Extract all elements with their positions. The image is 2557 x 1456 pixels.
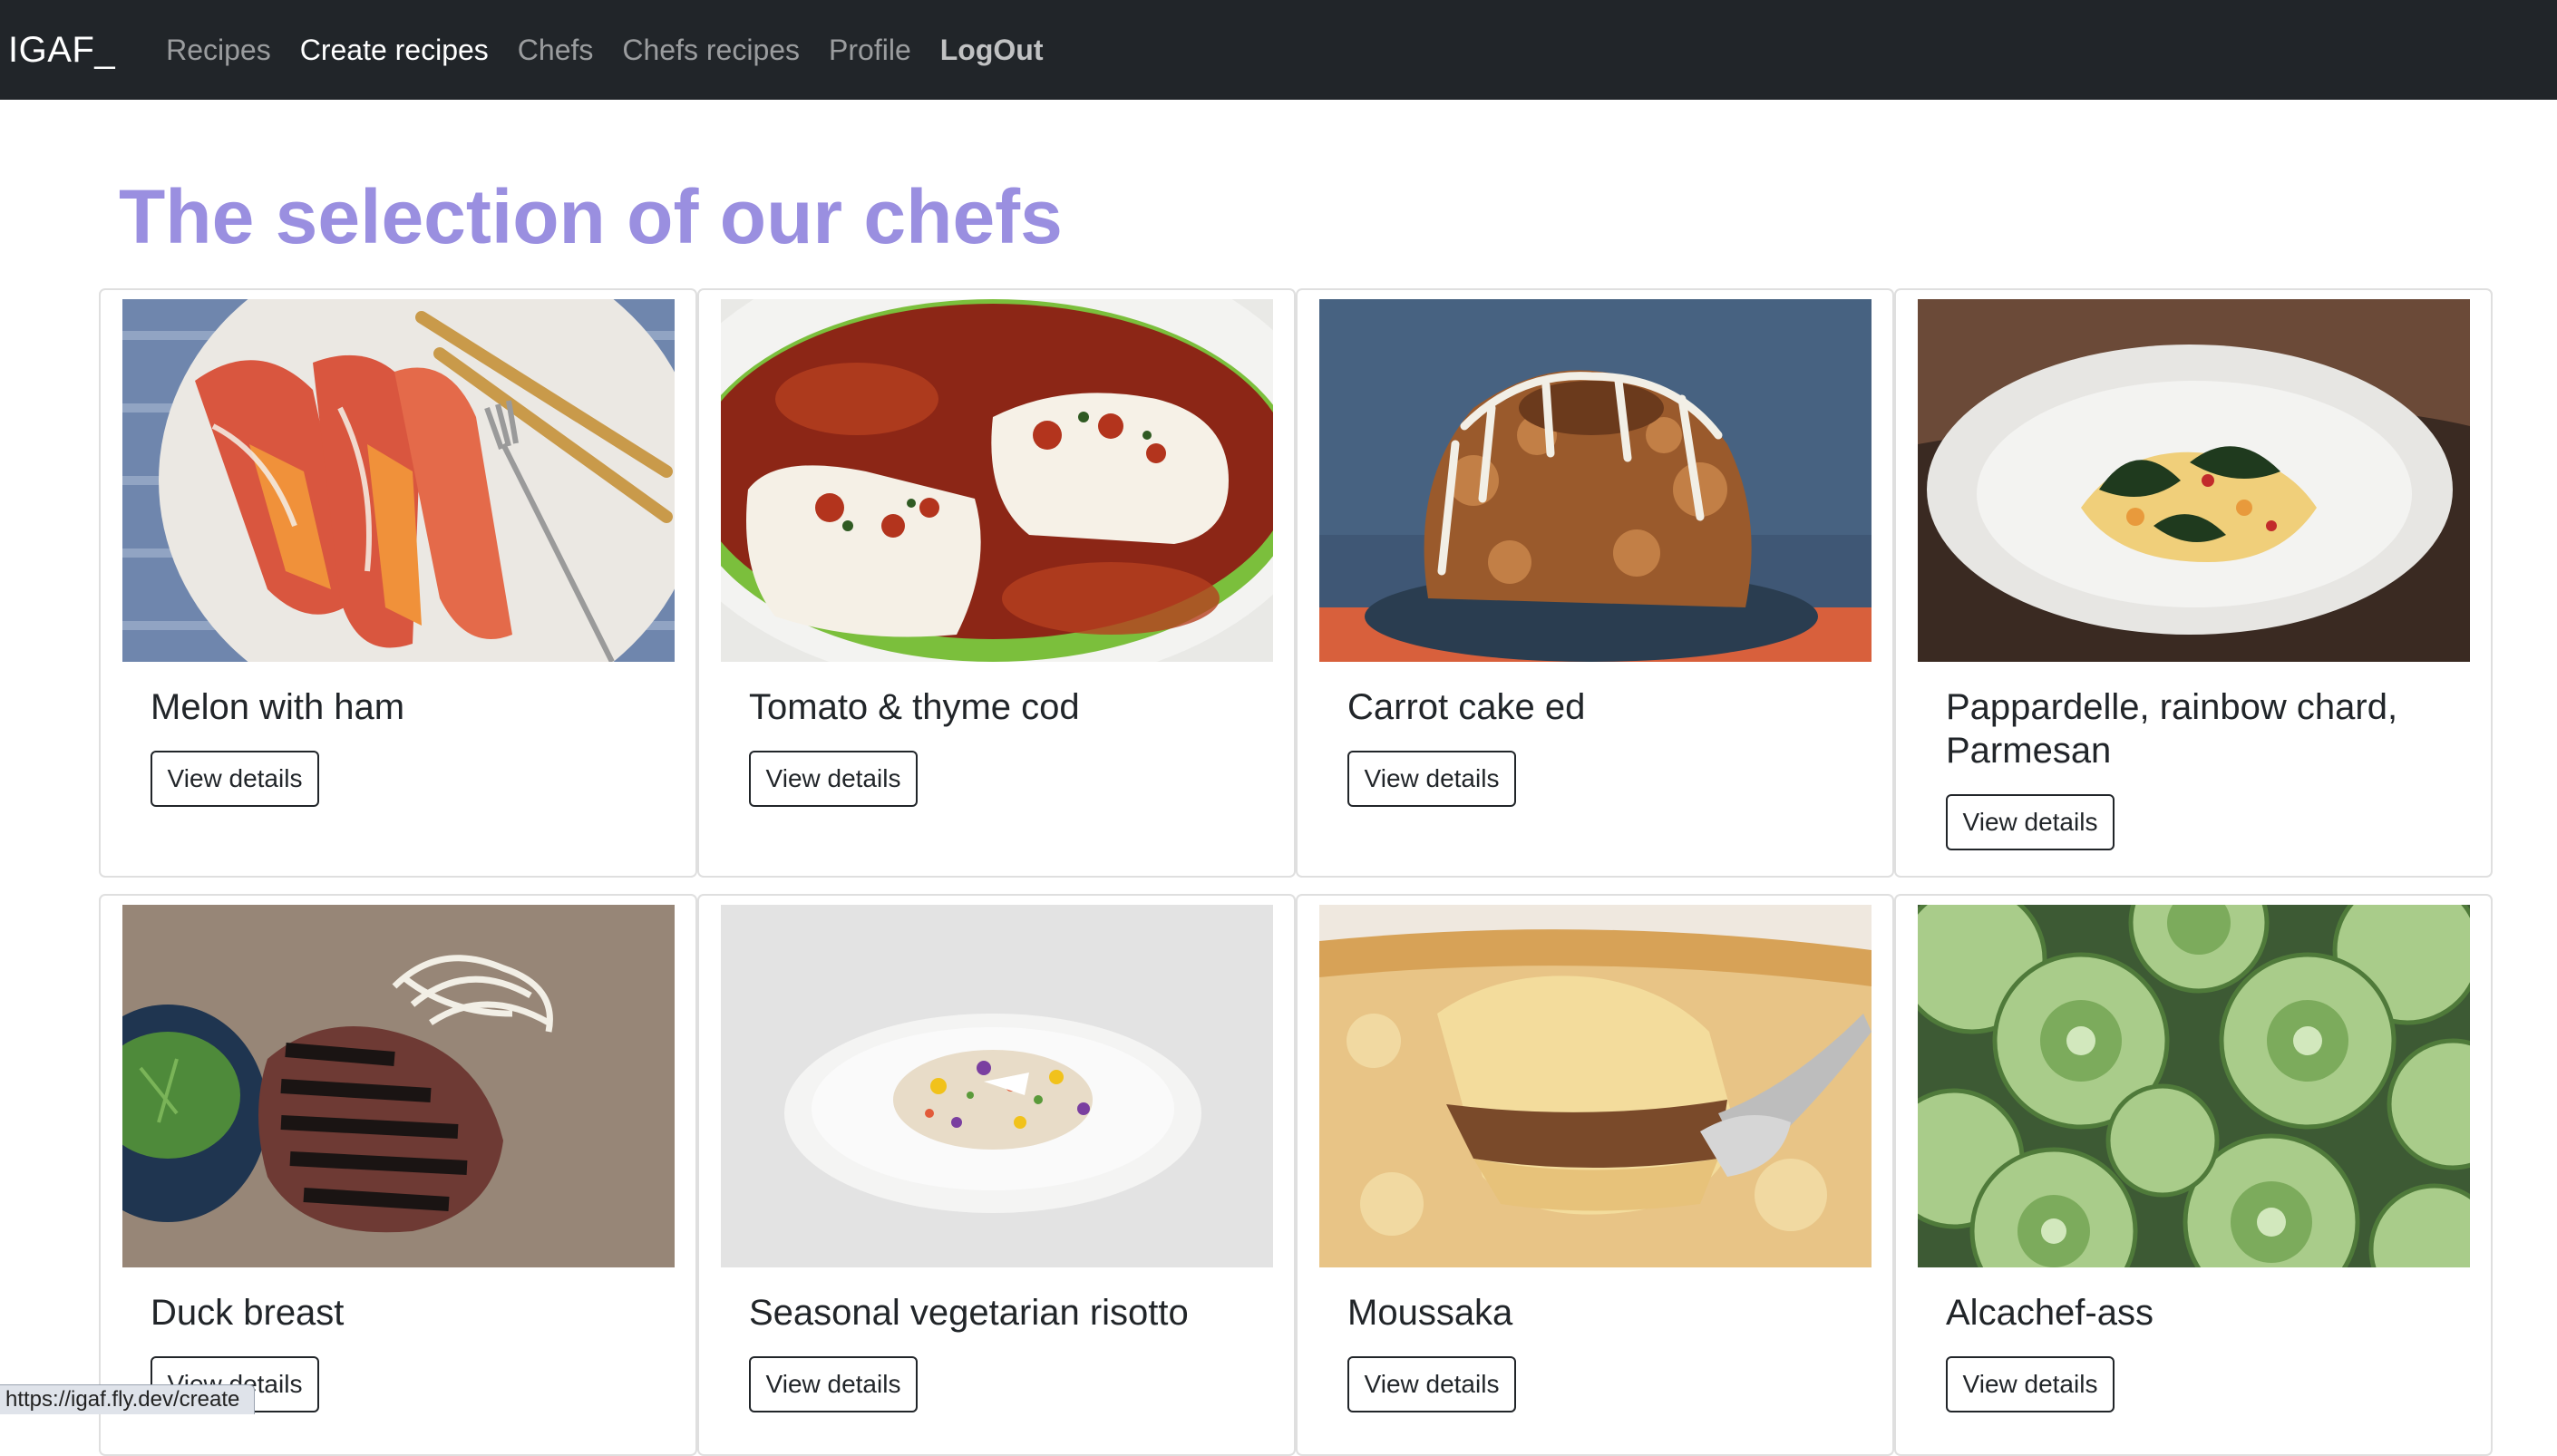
recipe-image-melon-ham[interactable] <box>122 299 675 662</box>
recipe-title: Pappardelle, rainbow chard, Parmesan <box>1946 687 2398 771</box>
recipe-title: Seasonal vegetarian risotto <box>749 1293 1189 1333</box>
brand-logo[interactable]: IGAF_ <box>8 30 115 71</box>
recipe-card: Pappardelle, rainbow chard, Parmesan Vie… <box>1894 288 2493 878</box>
view-details-button[interactable]: View details <box>151 751 319 807</box>
recipe-card: Moussaka View details <box>1296 894 1894 1456</box>
nav-link-chefs-recipes[interactable]: Chefs recipes <box>622 34 800 67</box>
view-details-button[interactable]: View details <box>1946 1356 2115 1412</box>
recipe-image-tomato-cod[interactable] <box>721 299 1273 662</box>
recipe-title: Moussaka <box>1347 1293 1513 1333</box>
recipe-image-duck-breast[interactable] <box>122 905 675 1267</box>
recipe-title: Melon with ham <box>151 687 405 727</box>
recipe-title: Duck breast <box>151 1293 345 1333</box>
nav-link-chefs[interactable]: Chefs <box>518 34 594 67</box>
recipe-image-artichokes[interactable] <box>1918 905 2470 1267</box>
recipe-card: Tomato & thyme cod View details <box>697 288 1296 878</box>
nav-link-create-recipes[interactable]: Create recipes <box>300 34 489 67</box>
recipe-image-moussaka[interactable] <box>1319 905 1872 1267</box>
view-details-button[interactable]: View details <box>749 1356 918 1412</box>
view-details-button[interactable]: View details <box>1946 794 2115 850</box>
recipe-title: Carrot cake ed <box>1347 687 1586 727</box>
page-title: The selection of our chefs <box>119 174 1063 259</box>
nav-link-logout[interactable]: LogOut <box>940 34 1044 67</box>
view-details-button[interactable]: View details <box>1347 751 1516 807</box>
view-details-button[interactable]: View details <box>749 751 918 807</box>
recipe-card: Seasonal vegetarian risotto View details <box>697 894 1296 1456</box>
navbar: IGAF_ Recipes Create recipes Chefs Chefs… <box>0 0 2557 100</box>
recipe-image-pappardelle[interactable] <box>1918 299 2470 662</box>
view-details-button[interactable]: View details <box>1347 1356 1516 1412</box>
recipe-title: Alcachef-ass <box>1946 1293 2154 1333</box>
recipe-title: Tomato & thyme cod <box>749 687 1080 727</box>
nav-link-recipes[interactable]: Recipes <box>166 34 271 67</box>
recipe-card: Duck breast View details <box>99 894 697 1456</box>
nav-link-profile[interactable]: Profile <box>829 34 911 67</box>
link-preview-status-bar: https://igaf.fly.dev/create <box>0 1384 256 1414</box>
recipe-image-carrot-cake[interactable] <box>1319 299 1872 662</box>
recipe-card: Alcachef-ass View details <box>1894 894 2493 1456</box>
recipe-card: Carrot cake ed View details <box>1296 288 1894 878</box>
recipe-image-risotto[interactable] <box>721 905 1273 1267</box>
recipe-card: Melon with ham View details <box>99 288 697 878</box>
